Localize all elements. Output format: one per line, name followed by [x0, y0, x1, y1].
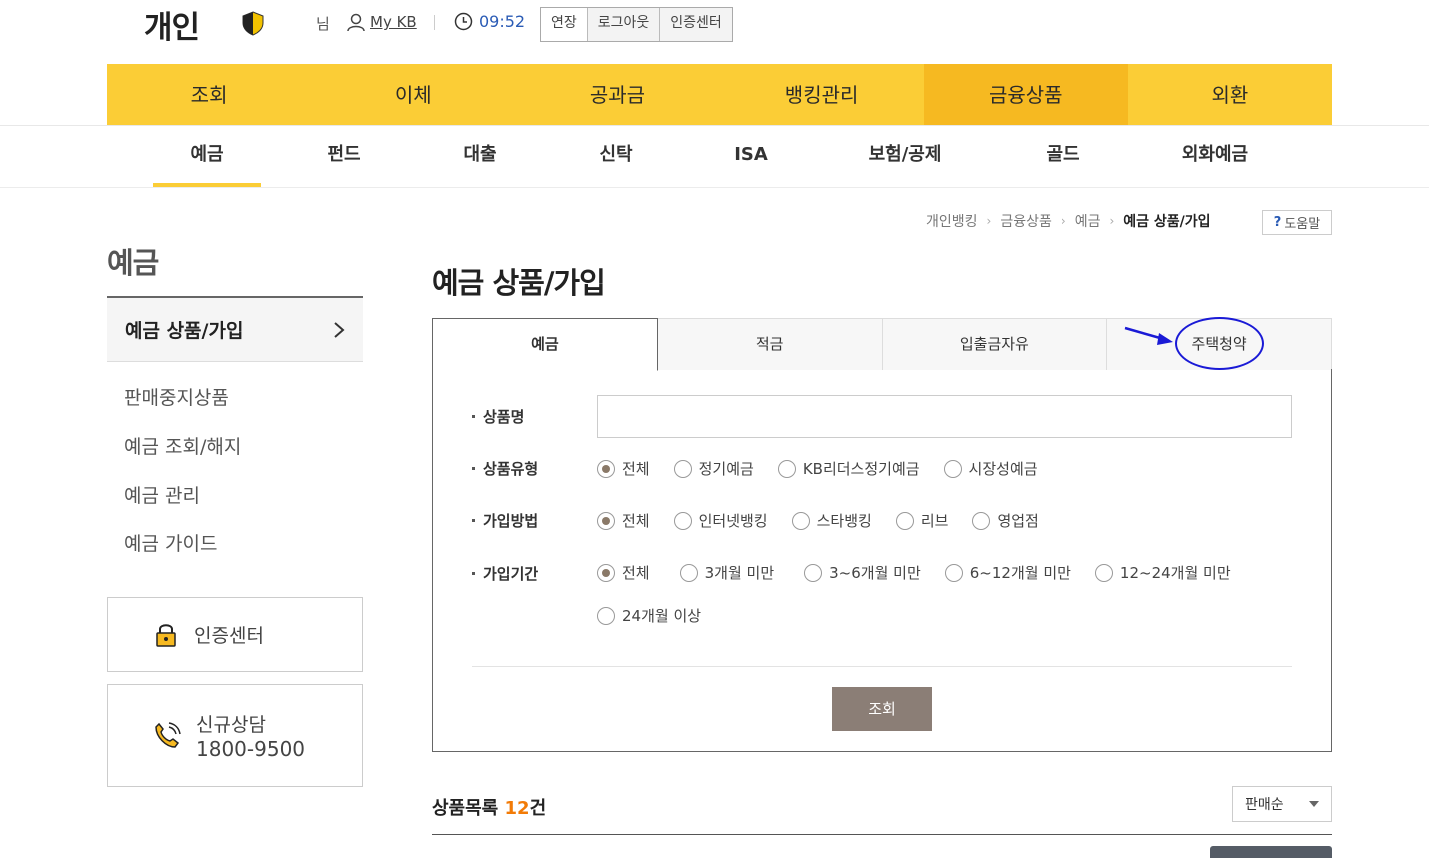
- sidebar-item-active[interactable]: 예금 상품/가입: [107, 296, 363, 362]
- tab-demand-deposit[interactable]: 입출금자유: [882, 318, 1108, 370]
- help-label: 도움말: [1284, 217, 1321, 232]
- sidebar-item-label: 예금 상품/가입: [125, 320, 244, 342]
- consult-text: 신규상담 1800-9500: [196, 710, 305, 761]
- tab-deposit[interactable]: 예금: [432, 318, 658, 371]
- breadcrumb-item[interactable]: 예금: [1075, 211, 1101, 231]
- my-product-button[interactable]: [1210, 846, 1332, 858]
- radio-option[interactable]: 24개월 이상: [597, 605, 701, 626]
- divider: [0, 187, 1429, 188]
- divider: [472, 666, 1292, 667]
- user-name-suffix: 님: [316, 15, 330, 33]
- subnav-item-trust[interactable]: 신탁: [576, 126, 656, 184]
- subnav-item-insurance[interactable]: 보험/공제: [855, 126, 955, 184]
- consult-box[interactable]: 신규상담 1800-9500: [107, 684, 363, 787]
- product-list-title: 상품목록 12건: [432, 798, 547, 819]
- subnav-item-isa[interactable]: ISA: [711, 126, 791, 184]
- chevron-right-icon: ›: [986, 214, 992, 228]
- breadcrumb-item[interactable]: 금융상품: [1000, 211, 1052, 231]
- gnb-item-inquiry[interactable]: 조회: [107, 64, 311, 126]
- consult-label: 신규상담: [196, 714, 266, 736]
- tab-savings[interactable]: 적금: [657, 318, 883, 370]
- breadcrumb-current: 예금 상품/가입: [1123, 214, 1211, 230]
- product-count: 12: [504, 798, 530, 819]
- divider: [432, 834, 1332, 835]
- consult-phone: 1800-9500: [196, 737, 306, 761]
- subnav-item-deposit[interactable]: 예금: [153, 126, 261, 184]
- annotation-circle: [1175, 317, 1264, 370]
- radio-option[interactable]: 시장성예금: [943, 458, 1038, 479]
- subnav-item-gold[interactable]: 골드: [1023, 126, 1103, 184]
- sort-select[interactable]: 판매순: [1232, 786, 1332, 822]
- subnav-item-foreign-deposit[interactable]: 외화예금: [1165, 126, 1265, 184]
- sidebar-item-manage[interactable]: 예금 관리: [124, 481, 200, 508]
- chevron-right-icon: [334, 321, 345, 338]
- gnb-item-financial-products[interactable]: 금융상품: [923, 64, 1128, 126]
- top-bar: 개인 님 My KB 09:52 연장 로그아웃 인증센터: [0, 0, 1429, 62]
- product-type-radios: 전체 정기예금 KB리더스정기예금 시장성예금: [597, 458, 1038, 479]
- clock-icon: [454, 12, 473, 31]
- sidebar-item-inquiry-cancel[interactable]: 예금 조회/해지: [124, 432, 241, 459]
- product-name-input[interactable]: [597, 395, 1292, 438]
- join-period-radios: 전체 3개월 미만 3~6개월 미만 6~12개월 미만 12~24개월 미만: [597, 562, 1231, 583]
- security-shield-icon: [242, 11, 264, 36]
- radio-option[interactable]: 인터넷뱅킹: [673, 510, 768, 531]
- cert-center-label: 인증센터: [194, 625, 264, 647]
- extend-session-button[interactable]: 연장: [541, 8, 587, 41]
- logout-button[interactable]: 로그아웃: [586, 8, 660, 41]
- gnb-item-forex[interactable]: 외환: [1128, 64, 1332, 126]
- sort-selected-value: 판매순: [1245, 797, 1284, 813]
- chevron-right-icon: ›: [1060, 214, 1066, 228]
- subnav-item-loan[interactable]: 대출: [440, 126, 520, 184]
- brand-title: 개인: [144, 10, 200, 46]
- join-method-label: 가입방법: [472, 510, 538, 531]
- radio-option[interactable]: 3~6개월 미만: [804, 562, 921, 583]
- main-nav: 조회 이체 공과금 뱅킹관리 금융상품 외환: [107, 64, 1332, 126]
- join-method-radios: 전체 인터넷뱅킹 스타뱅킹 리브 영업점: [597, 510, 1039, 531]
- divider: [434, 15, 435, 30]
- annotation-arrow-icon: [1124, 326, 1173, 345]
- radio-option[interactable]: 스타뱅킹: [791, 510, 872, 531]
- gnb-item-banking-mgmt[interactable]: 뱅킹관리: [720, 64, 924, 126]
- active-subnav-indicator: [153, 183, 261, 187]
- join-period-label: 가입기간: [472, 563, 538, 584]
- lock-icon: [156, 623, 176, 647]
- radio-option[interactable]: KB리더스정기예금: [777, 458, 920, 479]
- sidebar-item-discontinued[interactable]: 판매중지상품: [124, 383, 229, 410]
- phone-icon: [155, 721, 181, 748]
- session-buttons: 연장 로그아웃 인증센터: [540, 7, 733, 42]
- sub-nav: 예금 펀드 대출 신탁 ISA 보험/공제 골드 외화예금: [107, 126, 1332, 188]
- product-name-label: 상품명: [472, 406, 524, 427]
- radio-option[interactable]: 12~24개월 미만: [1094, 562, 1231, 583]
- help-button[interactable]: ? 도움말: [1262, 210, 1332, 235]
- radio-option[interactable]: 리브: [895, 510, 948, 531]
- chevron-right-icon: ›: [1109, 214, 1115, 228]
- timer-value: 09:52: [479, 12, 526, 31]
- my-kb-label: My KB: [370, 13, 417, 31]
- gnb-item-utility[interactable]: 공과금: [515, 64, 719, 126]
- radio-option[interactable]: 영업점: [972, 510, 1039, 531]
- radio-option[interactable]: 전체: [597, 562, 650, 583]
- search-button[interactable]: 조회: [832, 687, 932, 731]
- breadcrumb: 개인뱅킹 › 금융상품 › 예금 › 예금 상품/가입: [926, 211, 1211, 231]
- radio-option[interactable]: 6~12개월 미만: [944, 562, 1071, 583]
- user-icon: [347, 13, 365, 32]
- cert-center-box[interactable]: 인증센터: [107, 597, 363, 672]
- session-timer: 09:52: [454, 12, 525, 31]
- join-period-radios-row2: 24개월 이상: [597, 605, 701, 626]
- gnb-item-transfer[interactable]: 이체: [311, 64, 515, 126]
- sidebar-item-guide[interactable]: 예금 가이드: [124, 529, 217, 556]
- breadcrumb-item[interactable]: 개인뱅킹: [926, 211, 978, 231]
- my-kb-link[interactable]: My KB: [346, 12, 417, 32]
- caret-down-icon: [1309, 801, 1319, 807]
- subnav-item-fund[interactable]: 펀드: [304, 126, 384, 184]
- radio-option[interactable]: 정기예금: [673, 458, 754, 479]
- page-title: 예금 상품/가입: [432, 266, 606, 300]
- product-type-label: 상품유형: [472, 458, 538, 479]
- radio-option[interactable]: 전체: [597, 510, 650, 531]
- cert-center-button[interactable]: 인증센터: [659, 8, 732, 41]
- sidebar-title: 예금: [107, 246, 159, 280]
- help-question-icon: ?: [1273, 215, 1282, 230]
- radio-option[interactable]: 전체: [597, 458, 650, 479]
- radio-option[interactable]: 3개월 미만: [679, 562, 774, 583]
